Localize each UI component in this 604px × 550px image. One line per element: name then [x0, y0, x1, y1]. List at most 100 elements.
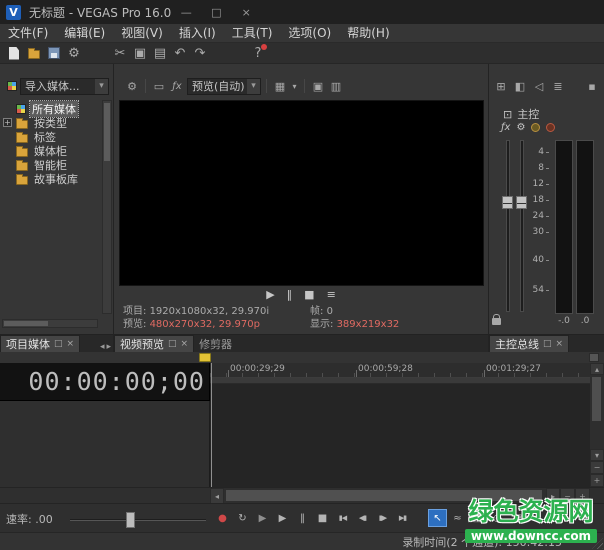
tab-scroll-right-icon[interactable]: ▸ [106, 342, 111, 352]
play-button[interactable]: ▶ [273, 509, 292, 527]
external-monitor-button[interactable]: ▭ [151, 78, 167, 94]
chevron-down-icon[interactable]: ▾ [95, 79, 108, 94]
copy-snapshot-button[interactable]: ▣ [310, 78, 326, 94]
previous-frame-button[interactable]: ◀▮ [353, 509, 372, 527]
minimize-button[interactable]: — [171, 0, 201, 24]
tree-item-all-media[interactable]: 所有媒体 [0, 102, 96, 116]
rate-slider-handle[interactable] [126, 512, 135, 528]
preview-properties-button[interactable]: ⚙ [124, 78, 140, 94]
stop-button[interactable]: ■ [304, 288, 314, 301]
save-button[interactable] [44, 44, 64, 62]
timeline-horizontal-scrollbar[interactable]: ◂ ▸ − + [210, 488, 604, 504]
stop-button[interactable]: ■ [313, 509, 332, 527]
expand-icon[interactable]: + [3, 118, 12, 127]
menu-help[interactable]: 帮助(H) [339, 24, 397, 43]
save-snapshot-button[interactable]: ▥ [328, 78, 344, 94]
tab-master-bus[interactable]: 主控总线 □ × [489, 335, 569, 352]
paste-button[interactable]: ▤ [150, 44, 170, 62]
time-ruler[interactable]: 00:00:29;29 00:00:59;28 00:01:29;27 [210, 363, 590, 378]
scroll-right-icon[interactable]: ▸ [546, 488, 560, 504]
copy-button[interactable]: ▣ [130, 44, 150, 62]
tab-project-media[interactable]: 项目媒体 □ × [0, 335, 80, 352]
scrollbar-thumb[interactable] [226, 490, 542, 501]
overlays-button[interactable]: ▦ [272, 78, 288, 94]
normal-edit-tool-button[interactable]: ↖ [428, 509, 447, 527]
play-button[interactable]: ▶ [266, 288, 274, 301]
menu-view[interactable]: 视图(V) [113, 24, 171, 43]
media-tree-vertical-scrollbar[interactable] [102, 100, 112, 314]
open-button[interactable] [24, 44, 44, 62]
scrollbar-thumb[interactable] [592, 377, 601, 421]
fader-track-left[interactable] [506, 140, 510, 312]
close-icon[interactable]: × [67, 339, 75, 349]
dim-output-button[interactable]: ◁ [531, 78, 547, 94]
close-icon[interactable]: × [181, 339, 189, 349]
overlays-dropdown-button[interactable]: ▾ [290, 78, 299, 94]
tab-trimmer[interactable]: 修剪器 [194, 335, 237, 352]
go-to-start-button[interactable]: ▮◀ [333, 509, 352, 527]
edit-cursor[interactable] [211, 363, 212, 487]
envelope-tool-button[interactable]: ≈ [448, 509, 467, 527]
video-preview-screen[interactable] [119, 100, 484, 286]
master-box-icon[interactable]: ⊡ [503, 108, 512, 121]
timeline-vertical-scrollbar[interactable]: ▴ ▾ − + [590, 363, 604, 487]
scrollbar-thumb[interactable] [4, 321, 48, 326]
menu-edit[interactable]: 编辑(E) [56, 24, 113, 43]
insert-bus-button[interactable]: ⊞ [493, 78, 509, 94]
timeline-options-icon[interactable] [589, 353, 599, 362]
menu-options[interactable]: 选项(O) [280, 24, 339, 43]
track-zoom-in-button[interactable]: + [590, 474, 604, 487]
selection-tool-button[interactable]: □ [468, 509, 487, 527]
pause-button[interactable]: ‖ [287, 288, 293, 301]
scroll-left-icon[interactable]: ◂ [210, 488, 224, 504]
snap-button[interactable]: ▦ [508, 509, 527, 527]
record-button[interactable]: ● [213, 509, 232, 527]
menu-file[interactable]: 文件(F) [0, 24, 56, 43]
scroll-down-icon[interactable]: ▾ [590, 449, 604, 461]
panel-menu-button[interactable]: ▪ [584, 78, 600, 94]
mute-button[interactable] [531, 123, 540, 132]
redo-button[interactable]: ↷ [190, 44, 210, 62]
loop-playback-button[interactable]: ↻ [233, 509, 252, 527]
next-frame-button[interactable]: ▮▶ [373, 509, 392, 527]
pause-button[interactable]: ‖ [293, 509, 312, 527]
tab-video-preview[interactable]: 视频预览 □ × [114, 335, 194, 352]
preview-quality-dropdown[interactable]: 预览(自动) ▾ [187, 78, 261, 95]
master-fx-button[interactable]: ƒx [501, 122, 510, 133]
timecode-display[interactable]: 00:00:00;00 [0, 363, 210, 401]
float-window-icon[interactable]: □ [543, 339, 552, 349]
fader-track-right[interactable] [520, 140, 524, 312]
tree-item-by-type[interactable]: + 按类型 [0, 116, 96, 130]
tree-item-smart-bins[interactable]: 智能柜 [0, 158, 96, 172]
volume-fader-right[interactable] [516, 196, 527, 209]
resize-grip[interactable] [592, 538, 603, 549]
lock-icon[interactable] [492, 318, 501, 325]
tree-item-storyboards[interactable]: 故事板库 [0, 172, 96, 186]
track-space[interactable] [210, 384, 590, 487]
timeline-zoom-out-button[interactable]: − [560, 488, 575, 504]
close-icon[interactable]: × [556, 339, 564, 349]
timeline-zoom-in-button[interactable]: + [575, 488, 590, 504]
project-properties-button[interactable]: ⚙ [64, 44, 84, 62]
cut-button[interactable]: ✂ [110, 44, 130, 62]
float-window-icon[interactable]: □ [54, 339, 63, 349]
video-fx-button[interactable]: ƒx [169, 78, 185, 94]
float-window-icon[interactable]: □ [168, 339, 177, 349]
media-tree-horizontal-scrollbar[interactable] [2, 319, 98, 328]
close-button[interactable]: × [231, 0, 261, 24]
track-zoom-out-button[interactable]: − [590, 461, 604, 474]
preview-menu-button[interactable]: ≡ [327, 288, 336, 301]
menu-insert[interactable]: 插入(I) [171, 24, 224, 43]
tree-item-tags[interactable]: 标签 [0, 130, 96, 144]
menu-tools[interactable]: 工具(T) [224, 24, 281, 43]
track-list[interactable] [0, 401, 210, 487]
play-from-start-button[interactable]: ▶ [253, 509, 272, 527]
import-media-combo[interactable]: 导入媒体... ▾ [20, 78, 109, 95]
tab-scroll-left-icon[interactable]: ◂ [100, 342, 105, 352]
zoom-tool-button[interactable]: ◎ [488, 509, 507, 527]
interactive-tutorials-button[interactable]: ? [248, 44, 268, 62]
maximize-button[interactable]: □ [201, 0, 231, 24]
scroll-up-icon[interactable]: ▴ [590, 363, 604, 375]
solo-button[interactable] [546, 123, 555, 132]
new-project-button[interactable] [4, 44, 24, 62]
